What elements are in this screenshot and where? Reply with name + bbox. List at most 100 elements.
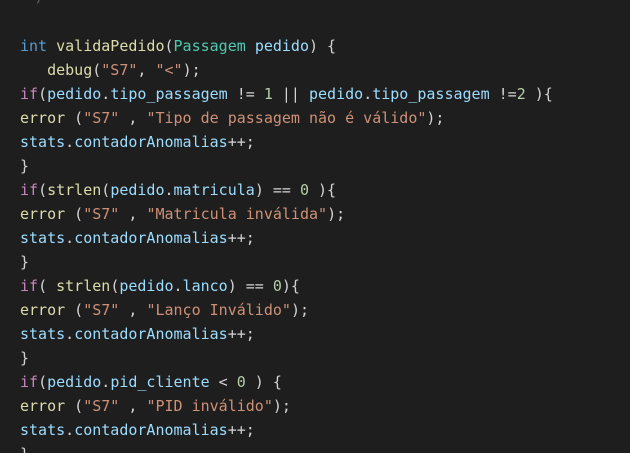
code-token: ){ [309, 181, 337, 199]
code-token: pedido [309, 85, 364, 103]
code-token: error [20, 301, 66, 319]
code-token: ( [65, 205, 84, 223]
code-token: matricula [173, 181, 255, 199]
code-token: < [209, 373, 237, 391]
code-line[interactable]: } [20, 346, 553, 370]
code-token: ); [327, 205, 346, 223]
code-line[interactable]: if( strlen(pedido.lanco) == 0){ [20, 274, 553, 298]
code-token: "S7" [83, 109, 120, 127]
code-token: . [65, 421, 75, 439]
code-token: != [489, 85, 517, 103]
code-line[interactable]: int validaPedido(Passagem pedido) { [20, 34, 553, 58]
code-token: tipo_passagem [372, 85, 490, 103]
code-token: != [227, 85, 264, 103]
code-line[interactable]: error ("S7" , "Tipo de passagem não é vá… [20, 106, 553, 130]
code-token: ++; [227, 421, 255, 439]
code-token: ( [38, 373, 48, 391]
code-token: ){ [525, 85, 553, 103]
code-line[interactable]: stats.contadorAnomalias++; [20, 418, 553, 442]
code-token: , [119, 397, 147, 415]
code-token: if [20, 181, 39, 199]
code-token: ( [164, 37, 174, 55]
code-token: . [101, 85, 111, 103]
code-line[interactable]: error ("S7" , "PID inválido"); [20, 394, 553, 418]
code-token: if [20, 85, 39, 103]
code-token: "S7" [83, 205, 120, 223]
code-token: validaPedido [56, 37, 165, 55]
code-token: debug [47, 61, 93, 79]
code-line-fragment: / [36, 0, 45, 6]
code-token: ); [182, 61, 201, 79]
code-token: if [20, 373, 39, 391]
code-token: . [65, 325, 75, 343]
code-token: 2 [516, 85, 526, 103]
code-token: stats [20, 325, 66, 343]
code-token: error [20, 397, 66, 415]
code-editor[interactable]: / int validaPedido(Passagem pedido) { de… [0, 0, 630, 453]
code-token: ( [110, 277, 120, 295]
code-token: ++; [227, 325, 255, 343]
code-line[interactable]: stats.contadorAnomalias++; [20, 322, 553, 346]
code-token: , [119, 205, 147, 223]
code-token: "Lanço Inválido" [146, 301, 291, 319]
code-token: || [272, 85, 309, 103]
code-token: , [119, 301, 147, 319]
code-line[interactable]: if(pedido.tipo_passagem != 1 || pedido.t… [20, 82, 553, 106]
code-area[interactable]: int validaPedido(Passagem pedido) { debu… [20, 34, 553, 453]
code-token: . [363, 85, 373, 103]
code-token: . [101, 373, 111, 391]
code-token: 0 [299, 181, 309, 199]
code-token: ); [290, 301, 309, 319]
code-token: contadorAnomalias [74, 325, 228, 343]
code-token: "S7" [83, 301, 120, 319]
code-line[interactable]: if(strlen(pedido.matricula) == 0 ){ [20, 178, 553, 202]
code-token: 1 [263, 85, 273, 103]
code-token: stats [20, 421, 66, 439]
code-line[interactable]: error ("S7" , "Lanço Inválido"); [20, 298, 553, 322]
code-token: 0 [236, 373, 246, 391]
code-token: ) == [227, 277, 273, 295]
code-token: "S7" [83, 397, 120, 415]
code-token: contadorAnomalias [74, 421, 228, 439]
code-token: pid_cliente [110, 373, 210, 391]
code-token: ) { [245, 373, 282, 391]
code-token: } [20, 253, 30, 271]
code-token: . [173, 277, 183, 295]
code-token: ( [65, 397, 84, 415]
code-token: pedido [119, 277, 174, 295]
code-token: pedido [254, 37, 309, 55]
code-token: lanco [182, 277, 228, 295]
code-token: "<" [155, 61, 183, 79]
code-line[interactable]: } [20, 154, 553, 178]
code-token: . [65, 229, 75, 247]
code-line[interactable]: if(pedido.pid_cliente < 0 ) { [20, 370, 553, 394]
code-token: strlen [47, 181, 102, 199]
code-token: ( [38, 85, 48, 103]
code-token: , [119, 109, 147, 127]
code-line[interactable]: stats.contadorAnomalias++; [20, 130, 553, 154]
code-token: ); [272, 397, 291, 415]
code-token: int [20, 37, 48, 55]
code-token: "Matricula inválida" [146, 205, 328, 223]
code-token: } [20, 157, 30, 175]
code-line[interactable]: } [20, 250, 553, 274]
code-token: pedido [110, 181, 165, 199]
code-line[interactable]: stats.contadorAnomalias++; [20, 226, 553, 250]
code-token: tipo_passagem [110, 85, 228, 103]
code-token: ) == [254, 181, 300, 199]
code-token: ( [65, 301, 84, 319]
code-token: pedido [47, 85, 102, 103]
code-line[interactable]: debug("S7", "<"); [20, 58, 553, 82]
code-token: . [164, 181, 174, 199]
code-token: , [137, 61, 156, 79]
code-token: "Tipo de passagem não é válido" [146, 109, 427, 127]
code-token: ); [426, 109, 445, 127]
code-token: } [20, 349, 30, 367]
code-line[interactable]: error ("S7" , "Matricula inválida"); [20, 202, 553, 226]
code-token: strlen [56, 277, 111, 295]
code-token: stats [20, 133, 66, 151]
code-line[interactable]: } [20, 442, 553, 453]
